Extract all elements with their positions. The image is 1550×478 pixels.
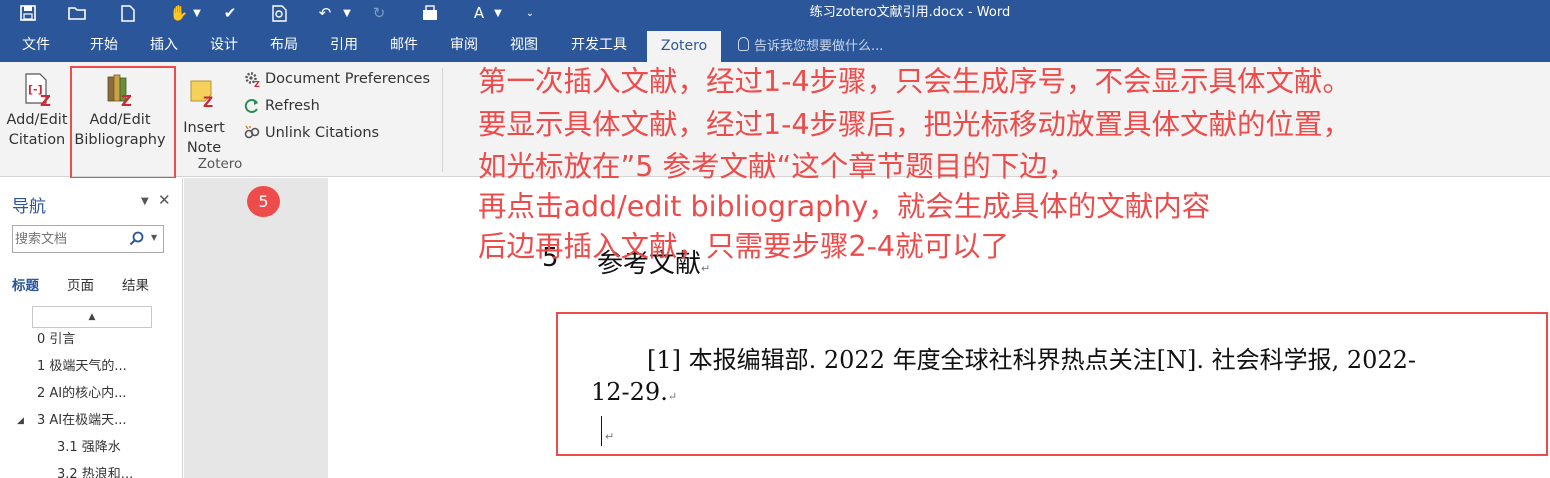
zotero-group-label: Zotero xyxy=(197,156,243,172)
undo-icon[interactable]: ↶ xyxy=(314,0,336,26)
navigation-pane: 导航 ▼ ✕ ▼ 标题 页面 结果 ▲ 0 引言 1 极端天气的... 2 AI… xyxy=(0,178,183,478)
unlink-citations-label: Unlink Citations xyxy=(265,125,380,141)
bibliography-entry-line[interactable]: [1] 本报编辑部. 2022 年度全球社科界热点关注[N]. 社会科学报, 2… xyxy=(647,340,1416,375)
document-margin-area xyxy=(184,178,328,478)
refresh-icon xyxy=(243,97,261,115)
chevron-down-icon[interactable]: ▼ xyxy=(492,0,504,26)
nav-heading-item[interactable]: 2 AI的核心内... xyxy=(37,383,127,405)
annotation-line: 如光标放在”5 参考文献“这个章节题目的下边， xyxy=(478,150,1077,183)
tab-references[interactable]: 引用 xyxy=(322,26,366,62)
nav-heading-item[interactable]: 0 引言 xyxy=(37,329,75,351)
tab-design[interactable]: 设计 xyxy=(202,26,246,62)
bibliography-highlight-box xyxy=(556,312,1548,456)
insert-note-label-2: Note xyxy=(186,140,222,156)
gear-icon: Z xyxy=(243,70,261,88)
nav-subheading-item[interactable]: 3.2 热浪和... xyxy=(57,464,133,478)
save-icon[interactable] xyxy=(18,0,38,26)
tab-mailings[interactable]: 邮件 xyxy=(382,26,426,62)
print-preview-icon[interactable] xyxy=(268,0,292,26)
collapse-all-button[interactable]: ▲ xyxy=(32,306,152,328)
nav-tab-results[interactable]: 结果 xyxy=(122,274,149,294)
bibliography-entry-continuation: 12-29. xyxy=(591,378,668,406)
nav-heading-item[interactable]: 1 极端天气的... xyxy=(37,356,127,378)
chevron-down-icon[interactable]: ▼ xyxy=(341,0,353,26)
paragraph-mark: ↵ xyxy=(605,430,615,443)
tab-view[interactable]: 视图 xyxy=(502,26,546,62)
tab-insert[interactable]: 插入 xyxy=(142,26,186,62)
tell-me-text: 告诉我您想要做什么... xyxy=(754,38,884,54)
tab-developer[interactable]: 开发工具 xyxy=(562,26,636,62)
chevron-down-icon[interactable]: ▼ xyxy=(151,233,157,242)
tab-file[interactable]: 文件 xyxy=(14,26,58,62)
tab-review[interactable]: 审阅 xyxy=(442,26,486,62)
bibliography-highlight-box xyxy=(70,66,176,179)
svg-text:Z: Z xyxy=(40,92,51,107)
chevron-down-icon[interactable]: ▼ xyxy=(191,0,203,26)
pane-options-icon[interactable]: ▼ xyxy=(141,196,149,207)
paragraph-mark: ↵ xyxy=(667,390,678,403)
add-edit-citation-label-1: Add/Edit xyxy=(6,112,68,128)
new-icon[interactable] xyxy=(118,0,138,26)
text-cursor xyxy=(601,416,602,446)
group-separator xyxy=(442,68,443,172)
annotation-line: 第一次插入文献，经过1-4步骤，只会生成序号，不会显示具体文献。 xyxy=(478,65,1352,98)
bibliography-entry-line[interactable]: 12-29.↵ xyxy=(591,378,677,406)
svg-text:Z: Z xyxy=(203,95,213,108)
nav-tab-headings[interactable]: 标题 xyxy=(12,274,39,294)
redo-icon[interactable]: ↻ xyxy=(368,0,390,26)
lightbulb-icon xyxy=(738,37,749,51)
document-title: 练习zotero文献引用.docx - Word xyxy=(809,5,1011,20)
navigation-title: 导航 xyxy=(12,197,46,217)
annotation-line: 后边再插入文献，只需要步骤2-4就可以了 xyxy=(478,230,1010,263)
spelling-icon[interactable]: ✔ xyxy=(218,0,242,26)
tab-zotero[interactable]: Zotero xyxy=(647,31,721,62)
document-preferences-button[interactable]: Z Document Preferences xyxy=(243,68,430,90)
refresh-button[interactable]: Refresh xyxy=(243,95,320,117)
ribbon-tabs: 文件 开始 插入 设计 布局 引用 邮件 审阅 视图 开发工具 Zotero 告… xyxy=(0,26,1550,62)
add-edit-citation-label-2: Citation xyxy=(8,132,66,148)
zotero-sync-icon[interactable] xyxy=(418,0,442,26)
customize-icon[interactable]: ⌄ xyxy=(524,0,536,26)
citation-icon: [-] Z xyxy=(24,73,54,111)
open-icon[interactable] xyxy=(66,0,90,26)
insert-note-label-1: Insert xyxy=(183,120,225,136)
refresh-label: Refresh xyxy=(265,98,320,114)
document-preferences-label: Document Preferences xyxy=(265,71,431,87)
annotation-line: 要显示具体文献，经过1-4步骤后，把光标移动放置具体文献的位置， xyxy=(478,108,1352,141)
nav-subheading-item[interactable]: 3.1 强降水 xyxy=(57,437,121,459)
expand-arrow-icon[interactable]: ◢ xyxy=(17,410,24,432)
step-badge: 5 xyxy=(247,186,280,217)
unlink-citations-button[interactable]: Unlink Citations xyxy=(243,122,379,144)
search-box[interactable]: ▼ xyxy=(12,225,164,253)
tab-home[interactable]: 开始 xyxy=(82,26,126,62)
annotation-line: 再点击add/edit bibliography，就会生成具体的文献内容 xyxy=(478,190,1211,223)
close-icon[interactable]: ✕ xyxy=(158,191,171,209)
unlink-icon xyxy=(243,124,261,142)
tell-me-box[interactable]: 告诉我您想要做什么... xyxy=(738,26,883,62)
search-input[interactable] xyxy=(15,229,125,249)
touch-mode-icon[interactable]: ✋ xyxy=(168,0,190,26)
svg-text:Z: Z xyxy=(254,80,260,87)
tab-layout[interactable]: 布局 xyxy=(262,26,306,62)
title-bar: ✋ ▼ ✔ ↶ ▼ ↻ A ▼ ⌄ 练习zotero文献引用.docx - Wo… xyxy=(0,0,1550,26)
nav-tab-pages[interactable]: 页面 xyxy=(67,274,94,294)
nav-heading-item[interactable]: 3 AI在极端天... xyxy=(37,410,127,432)
font-color-icon[interactable]: A xyxy=(468,0,490,26)
add-edit-citation-button[interactable]: [-] Z Add/Edit Citation xyxy=(2,70,70,154)
insert-note-button[interactable]: Z Insert Note xyxy=(178,70,230,156)
search-icon[interactable] xyxy=(129,231,145,251)
note-icon: Z xyxy=(190,78,218,112)
